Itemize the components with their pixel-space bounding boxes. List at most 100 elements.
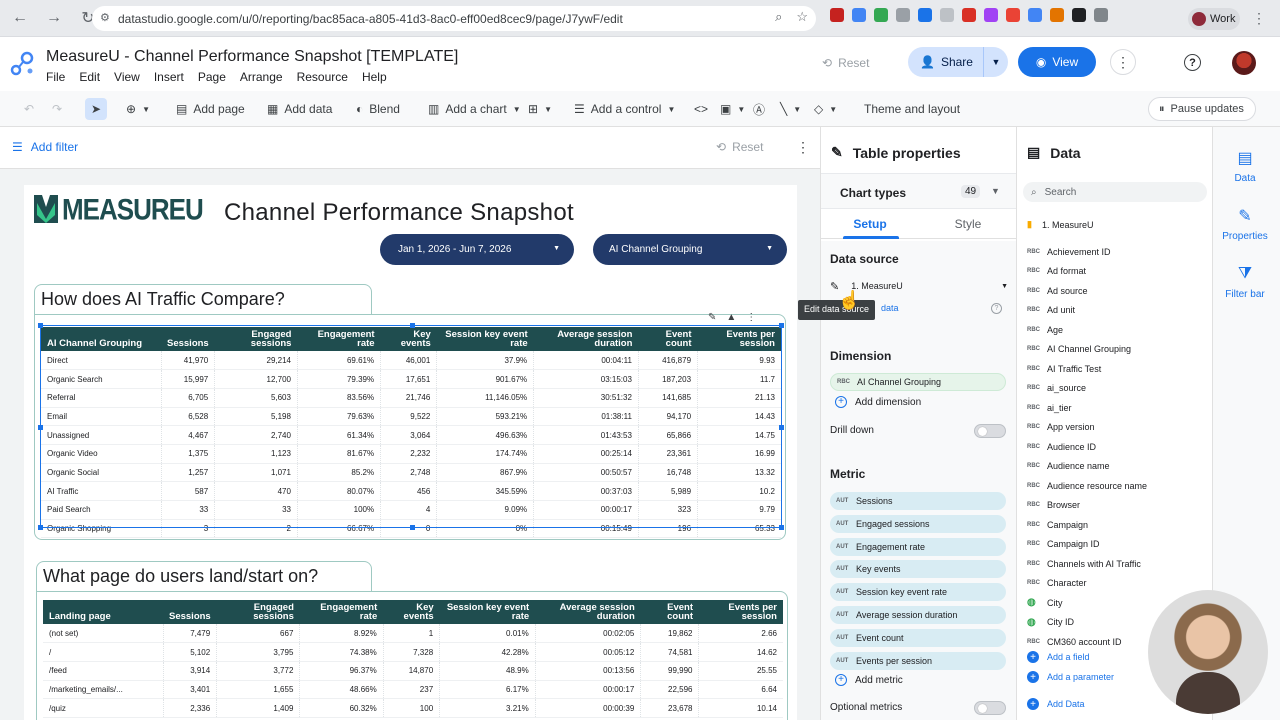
add-data-button[interactable]: + Add Data (1027, 698, 1085, 710)
metric-chip[interactable]: AUT Events per session (830, 651, 1006, 670)
field-item[interactable]: RBC Browser (1027, 496, 1207, 516)
browser-menu-icon[interactable]: ⋮ (1252, 10, 1266, 27)
shape-icon[interactable]: ◇ ▼ (814, 99, 837, 119)
table-row[interactable]: /marketing_emails/... 3,401 1,655 48.66% 237… (43, 680, 783, 700)
resize-handle[interactable] (779, 323, 784, 328)
table-row[interactable]: Organic Social 1,257 1,071 85.2% 2,748 867.9%… (41, 463, 781, 483)
date-range-control[interactable]: Jan 1, 2026 - Jun 7, 2026 ▼ (380, 234, 574, 265)
column-header[interactable]: Average session duration (535, 600, 641, 624)
redo-icon[interactable]: ↷ (52, 99, 62, 119)
field-item[interactable]: RBC Achievement ID (1027, 242, 1207, 262)
rail-filter-bar-button[interactable]: ⧩ Filter bar (1213, 263, 1277, 300)
column-header[interactable]: Engaged sessions (214, 327, 298, 351)
field-item[interactable]: RBC Audience resource name (1027, 476, 1207, 496)
resize-handle[interactable] (410, 525, 415, 530)
add-page-button[interactable]: ▤ Add page (176, 99, 245, 119)
chart-types-selector[interactable]: Chart types 49 ▼ (821, 173, 1017, 209)
extension-icon[interactable] (896, 8, 910, 22)
landing-page-table[interactable]: Landing page Sessions Engaged sessions Enga… (43, 600, 783, 718)
table-row[interactable]: Unassigned 4,467 2,740 61.34% 3,064 496.63% 01… (41, 425, 781, 445)
metric-chip[interactable]: AUT Engagement rate (830, 537, 1006, 556)
forward-icon[interactable]: → (40, 4, 68, 32)
menu-arrange[interactable]: Arrange (240, 70, 283, 84)
channel-grouping-control[interactable]: AI Channel Grouping ▼ (593, 234, 787, 265)
extension-icon[interactable] (962, 8, 976, 22)
table-row[interactable]: Organic Search 15,997 12,700 79.39% 17,651 90… (41, 369, 781, 389)
field-item[interactable]: RBC Campaign ID (1027, 535, 1207, 555)
field-item[interactable]: RBC Ad source (1027, 281, 1207, 301)
report-title[interactable]: MeasureU - Channel Performance Snapshot … (46, 48, 458, 66)
text-icon[interactable]: Ⓐ (753, 99, 765, 119)
more-options-icon[interactable]: ⋮ (1110, 49, 1136, 75)
help-circle-icon[interactable]: ? (991, 303, 1002, 314)
column-header[interactable]: Events per session (697, 327, 781, 351)
blend-button[interactable]: ◐ Blend (356, 99, 400, 119)
reset-button[interactable]: ⟲ Reset (812, 50, 879, 76)
table-row[interactable]: Organic Video 1,375 1,123 81.67% 2,232 174.74… (41, 444, 781, 464)
extension-icon[interactable] (852, 8, 866, 22)
add-chart-button[interactable]: ▥ Add a chart ▼ (428, 99, 521, 119)
menu-file[interactable]: File (46, 70, 65, 84)
drill-down-toggle[interactable] (974, 424, 1006, 438)
edit-pencil-icon[interactable]: ✎ (708, 312, 716, 323)
field-item[interactable]: RBC Age (1027, 320, 1207, 340)
column-header[interactable]: Session key event rate (439, 600, 536, 624)
share-button[interactable]: 👤 Share ▼ (908, 47, 1008, 77)
add-data-button[interactable]: ▦ Add data (267, 99, 332, 119)
optional-metrics-toggle[interactable] (974, 701, 1006, 715)
address-bar[interactable]: ⚙ datastudio.google.com/u/0/reporting/ba… (92, 6, 816, 31)
table-row[interactable]: /quiz 2,336 1,409 60.32% 100 3.21% 00:00:39 23,… (43, 698, 783, 718)
field-item[interactable]: RBC Ad unit (1027, 301, 1207, 321)
dimension-chip[interactable]: RBC AI Channel Grouping (830, 373, 1006, 391)
community-viz-button[interactable]: ⊞ ▼ (528, 99, 552, 119)
metric-chip[interactable]: AUT Session key event rate (830, 583, 1006, 602)
chart-more-icon[interactable]: ⋮ (746, 312, 756, 323)
data-source-entry[interactable]: ▮ 1. MeasureU (1027, 219, 1093, 230)
metric-chip[interactable]: AUT Sessions (830, 492, 1006, 510)
user-avatar[interactable] (1232, 51, 1256, 75)
view-button[interactable]: ◉ View (1018, 47, 1096, 77)
column-header[interactable]: Key events (383, 600, 440, 624)
column-header[interactable]: Sessions (161, 327, 215, 351)
share-dropdown-icon[interactable]: ▼ (984, 57, 1008, 67)
table-row[interactable]: /feed 3,914 3,772 96.37% 14,870 48.9% 00:13:56… (43, 661, 783, 681)
column-header[interactable]: AI Channel Grouping (41, 327, 161, 351)
resize-handle[interactable] (779, 525, 784, 530)
line-icon[interactable]: ╲ ▼ (780, 99, 801, 119)
table-row[interactable]: Email 6,528 5,198 79.63% 9,522 593.21% 01:38:1… (41, 407, 781, 427)
table-row[interactable]: /5,102 3,795 74.38% 7,328 42.28% 00:05:12 74,5… (43, 642, 783, 662)
metric-chip[interactable]: AUT Key events (830, 560, 1006, 579)
column-header[interactable]: Event count (640, 600, 699, 624)
resize-handle[interactable] (38, 323, 43, 328)
column-header[interactable]: Sessions (163, 600, 217, 624)
add-data-link[interactable]: data (881, 303, 899, 313)
zoom-icon[interactable]: ⌕ (775, 9, 782, 25)
resize-handle[interactable] (779, 425, 784, 430)
column-header[interactable]: Event count (638, 327, 698, 351)
field-search-input[interactable]: ⌕ Search (1023, 182, 1207, 202)
menu-view[interactable]: View (114, 70, 140, 84)
add-field-button[interactable]: + Add a field (1027, 651, 1090, 663)
column-header[interactable]: Engagement rate (297, 327, 381, 351)
zoom-tool[interactable]: ⊕ ▼ (126, 99, 150, 119)
field-item[interactable]: RBC Character (1027, 574, 1207, 594)
undo-icon[interactable]: ↶ (24, 99, 34, 119)
menu-help[interactable]: Help (362, 70, 387, 84)
column-header[interactable]: Engaged sessions (216, 600, 300, 624)
profile-chip[interactable]: Work (1188, 8, 1240, 30)
table-row[interactable]: Paid Search 33 33 100% 4 9.09% 00:00:17 323 9.79 (41, 500, 781, 520)
puzzle-icon[interactable] (1094, 8, 1108, 22)
extension-icon[interactable] (1072, 8, 1086, 22)
resize-handle[interactable] (38, 425, 43, 430)
field-item[interactable]: RBC Audience name (1027, 457, 1207, 477)
ai-channel-table[interactable]: AI Channel Grouping Sessions Engaged sessi… (41, 327, 781, 539)
column-header[interactable]: Engagement rate (299, 600, 384, 624)
extension-icon[interactable] (984, 8, 998, 22)
image-icon[interactable]: ▣ ▼ (720, 99, 745, 119)
field-item[interactable]: RBC AI Traffic Test (1027, 359, 1207, 379)
theme-layout-button[interactable]: Theme and layout (864, 99, 960, 119)
column-header[interactable]: Average session duration (533, 327, 639, 351)
extension-icon[interactable] (1006, 8, 1020, 22)
metric-chip[interactable]: AUT Engaged sessions (830, 514, 1006, 533)
field-item[interactable]: RBC ai_source (1027, 379, 1207, 399)
